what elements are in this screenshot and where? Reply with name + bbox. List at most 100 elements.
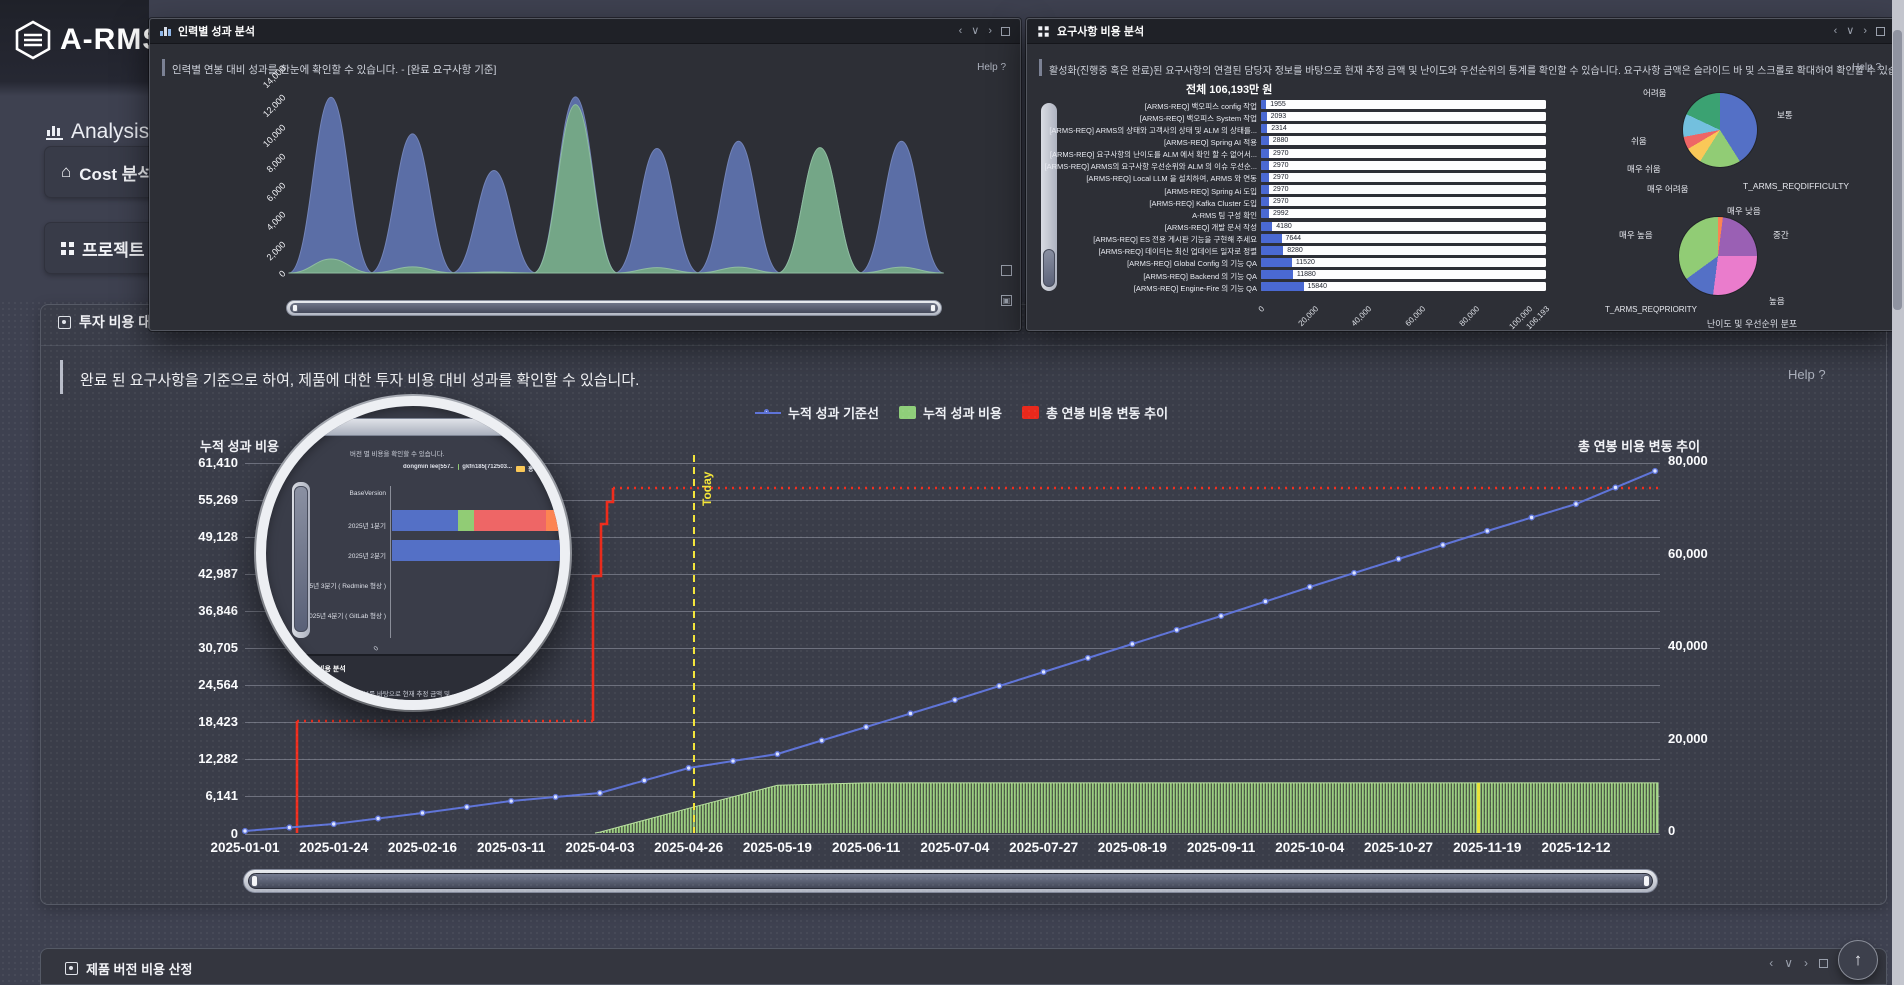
fullscreen-icon[interactable]: [1819, 959, 1828, 968]
scroll-to-top-button[interactable]: ↑: [1838, 940, 1878, 980]
left-axis-tick: 61,410: [168, 455, 238, 470]
chart-legend: 누적 성과 기준선 누적 성과 비용 총 연봉 비용 변동 추이: [755, 403, 1168, 422]
app-logo[interactable]: A-RMS: [14, 20, 163, 60]
chevron-right-icon[interactable]: ›: [1863, 26, 1867, 37]
requirement-bar-fill: [1261, 112, 1267, 121]
left-axis-title: 누적 성과 비용: [200, 436, 279, 455]
zoom-slider-thumb[interactable]: [248, 873, 1653, 889]
requirement-bar[interactable]: 2093: [1261, 112, 1546, 121]
requirement-bar[interactable]: 15840: [1261, 282, 1546, 291]
requirement-bar[interactable]: 8280: [1261, 246, 1546, 255]
lens-bar-segment: [474, 510, 546, 531]
requirement-value: 2970: [1273, 149, 1289, 158]
page-scrollbar[interactable]: [1892, 0, 1904, 985]
chevron-left-icon[interactable]: ‹: [1834, 26, 1838, 37]
x-axis-date: 2025-04-03: [555, 840, 645, 855]
x-axis-date: 2025-06-11: [821, 840, 911, 855]
chevron-down-icon[interactable]: ∨: [1846, 26, 1854, 37]
right-axis-tick: 80,000: [1668, 453, 1708, 468]
requirement-value: 2970: [1273, 161, 1289, 170]
requirement-bar[interactable]: 1955: [1261, 100, 1546, 109]
x-axis-date: 2025-12-12: [1531, 840, 1621, 855]
lens-legend-item: 홍성희[5fedd...: [516, 464, 568, 473]
chevron-left-icon[interactable]: ‹: [1769, 957, 1773, 969]
requirement-label: [ARMS-REQ] 백오피스 config 작업: [1039, 101, 1257, 112]
chart-zoom-slider[interactable]: [243, 869, 1658, 893]
requirement-bar-fill: [1261, 209, 1269, 218]
requirement-bar[interactable]: 11520: [1261, 258, 1546, 267]
requirement-bar[interactable]: 2970: [1261, 161, 1546, 170]
legend-label: 누적 성과 기준선: [788, 403, 879, 422]
restore-icon[interactable]: [1001, 265, 1012, 276]
legend-item[interactable]: 누적 성과 기준선: [755, 403, 879, 422]
difficulty-slice-label: 매우 쉬움: [1627, 163, 1661, 175]
requirement-bar-fill: [1261, 282, 1304, 291]
lens-mini-slider-thumb[interactable]: [294, 486, 308, 632]
page-scrollbar-thumb[interactable]: [1893, 30, 1902, 310]
window2-help-link[interactable]: Help ?: [1852, 62, 1881, 73]
legend-item[interactable]: 누적 성과 비용: [899, 403, 1002, 422]
legend-item[interactable]: 총 연봉 비용 변동 추이: [1022, 403, 1168, 422]
requirement-label: A-RMS 팀 구성 확인: [1039, 210, 1257, 221]
section-icon: [58, 316, 71, 329]
chevron-down-icon[interactable]: ∨: [1784, 957, 1793, 969]
window2-description: 활성화(진행중 혹은 완료)된 요구사항의 연결된 담당자 정보를 바탕으로 현…: [1049, 62, 1904, 77]
bottom-panel-title: 제품 버전 비용 산정: [86, 959, 193, 978]
requirement-bar-fill: [1261, 149, 1269, 158]
priority-pie-chart[interactable]: 매우 낮음중간높음T_ARMS_REQPRIORITY매우 높음: [1605, 205, 1897, 331]
requirement-label: [ARMS-REQ] Backend 의 기능 QA: [1039, 271, 1257, 282]
requirement-bar-fill: [1261, 197, 1269, 206]
magnifier-lens[interactable]: 버전 별 비용을 확인할 수 있습니다.dongmin lee[557...gk…: [256, 396, 570, 710]
zoom-slider-right-handle[interactable]: [1643, 875, 1650, 887]
requirement-value: 2093: [1271, 112, 1287, 121]
requirement-bar[interactable]: 4180: [1261, 222, 1546, 231]
window2-titlebar[interactable]: 요구사항 비용 분석 ‹∨›: [1027, 19, 1895, 44]
requirement-bar[interactable]: 2970: [1261, 197, 1546, 206]
difficulty-slice-label: 보통: [1777, 109, 1793, 121]
section-title: 투자 비용 대: [79, 312, 151, 332]
requirement-bar[interactable]: 2970: [1261, 149, 1546, 158]
priority-slice-label: 중간: [1773, 229, 1789, 241]
chevron-right-icon[interactable]: ›: [1804, 957, 1808, 969]
lens-footer-icon: [306, 666, 312, 672]
requirement-bar[interactable]: 2314: [1261, 124, 1546, 133]
difficulty-slice-label: 매우 어려움: [1647, 183, 1688, 195]
requirement-value: 11880: [1297, 270, 1316, 279]
requirement-bar[interactable]: 2970: [1261, 173, 1546, 182]
fullscreen-icon[interactable]: [1876, 27, 1885, 36]
lens-legend-item: gkfn185[712503...: [458, 464, 512, 470]
requirement-value: 2880: [1273, 136, 1289, 145]
priority-pie[interactable]: [1679, 217, 1757, 295]
lens-magnified-scrollbar: [292, 418, 558, 436]
lens-bar-segment: [392, 510, 458, 531]
difficulty-pie-chart[interactable]: 보통T_ARMS_REQDIFFICULTY매우 어려움매우 쉬움쉬움어려움: [1627, 85, 1889, 205]
difficulty-pie[interactable]: [1683, 93, 1757, 167]
bottom-panel-icon: [65, 962, 78, 975]
window1-scrollbar[interactable]: [286, 300, 942, 316]
requirement-bar[interactable]: 2880: [1261, 136, 1546, 145]
left-axis-tick: 18,423: [168, 714, 238, 729]
legend-label: 총 연봉 비용 변동 추이: [1046, 403, 1168, 422]
window2-controls: ‹ ∨ ›: [1834, 26, 1885, 37]
export-icon[interactable]: ▣: [1001, 295, 1012, 306]
lens-legend-label: dongmin lee[557...: [403, 464, 454, 470]
lens-legend-label: gkfn185[712503...: [462, 464, 512, 470]
chart-gridline: [245, 796, 1660, 797]
requirement-bar[interactable]: 2992: [1261, 209, 1546, 218]
legend-box-marker: [899, 406, 916, 419]
left-axis-tick: 30,705: [168, 640, 238, 655]
left-axis-tick: 49,128: [168, 529, 238, 544]
requirement-bar[interactable]: 11880: [1261, 270, 1546, 279]
bar-chart-icon: [46, 125, 63, 140]
zoom-slider-left-handle[interactable]: [251, 875, 258, 887]
total-amount-label: 전체 106,193만 원: [1186, 81, 1272, 97]
description-accent-bar: [60, 360, 63, 394]
lens-footer-text: 요구사항의 연결된 담당자 정보를 바탕으로 현재 추정 금액 및: [286, 688, 450, 698]
requirement-label: [ARMS-REQ] Local LLM 을 설치하여, ARMS 와 연동: [1039, 173, 1257, 184]
main-help-link[interactable]: Help ?: [1788, 367, 1826, 382]
lens-mini-slider[interactable]: [292, 482, 310, 638]
priority-slice-label: 매우 낮음: [1727, 205, 1761, 217]
requirement-bar[interactable]: 2970: [1261, 185, 1546, 194]
requirement-bar[interactable]: 7644: [1261, 234, 1546, 243]
requirement-bar-fill: [1261, 246, 1283, 255]
